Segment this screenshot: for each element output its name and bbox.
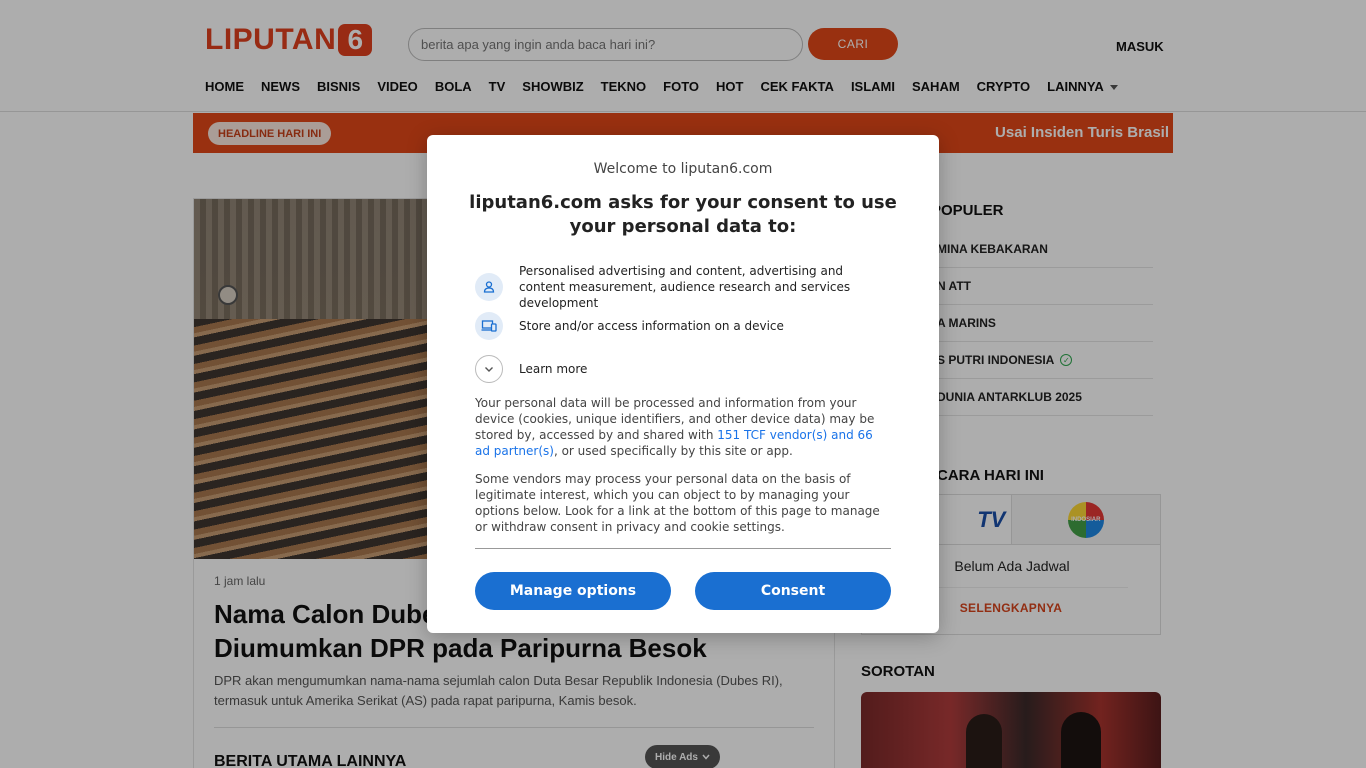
purpose-personalised: Personalised advertising and content, ad… (475, 263, 889, 311)
learn-more-label[interactable]: Learn more (519, 361, 889, 377)
consent-welcome: Welcome to liputan6.com (593, 161, 773, 177)
consent-paragraph-1: Your personal data will be processed and… (475, 395, 891, 459)
purpose-store-access: Store and/or access information on a dev… (475, 312, 889, 340)
consent-paragraph-1-end: , or used specifically by this site or a… (553, 444, 793, 458)
person-icon (475, 273, 503, 301)
chevron-down-icon[interactable] (475, 355, 503, 383)
consent-divider (475, 548, 891, 549)
devices-icon (475, 312, 503, 340)
purpose-personalised-text: Personalised advertising and content, ad… (519, 264, 851, 310)
learn-more-row[interactable]: Learn more (475, 355, 889, 383)
purpose-store-access-text: Store and/or access information on a dev… (519, 319, 784, 333)
consent-paragraph-2: Some vendors may process your personal d… (475, 472, 880, 534)
consent-dialog: Welcome to liputan6.com liputan6.com ask… (427, 135, 939, 633)
consent-button[interactable]: Consent (695, 572, 891, 610)
manage-options-button[interactable]: Manage options (475, 572, 671, 610)
consent-title: liputan6.com asks for your consent to us… (469, 192, 897, 237)
